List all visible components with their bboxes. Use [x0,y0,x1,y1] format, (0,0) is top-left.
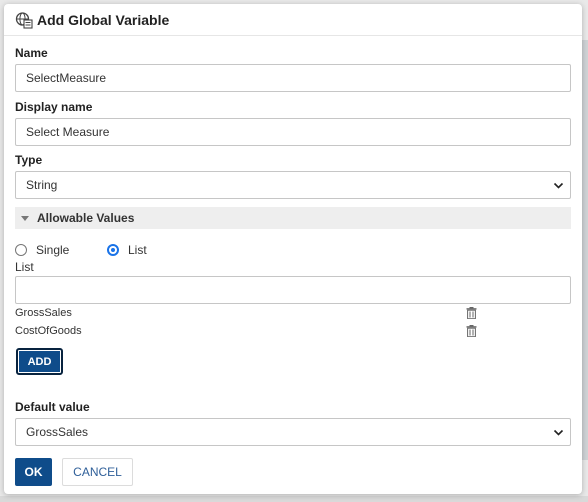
background-panel-edge [582,40,588,460]
type-select[interactable]: String [15,171,571,199]
radio-single-label: Single [36,243,70,257]
allowable-values-title: Allowable Values [37,211,135,225]
default-value-select[interactable]: GrossSales [15,418,571,446]
display-name-input-value: Select Measure [26,125,110,139]
name-input-value: SelectMeasure [26,71,107,85]
list-item: GrossSales [15,305,477,321]
radio-list-indicator [107,244,119,256]
list-item-label: CostOfGoods [15,325,82,337]
trash-icon[interactable] [466,325,477,338]
radio-single[interactable]: Single [15,243,69,257]
list-item-label: GrossSales [15,307,72,319]
dialog-header: Add Global Variable [4,4,582,36]
background-bottom-edge [0,496,588,502]
caret-down-icon [21,215,29,221]
global-variable-icon [15,11,33,29]
list-item: CostOfGoods [15,323,477,339]
name-label: Name [15,46,48,60]
default-value-label: Default value [15,400,90,414]
trash-icon[interactable] [466,307,477,320]
display-name-input[interactable]: Select Measure [15,118,571,146]
cancel-button[interactable]: CANCEL [62,458,133,486]
add-global-variable-dialog: Add Global Variable Name SelectMeasure D… [4,4,582,494]
name-input[interactable]: SelectMeasure [15,64,571,92]
ok-button[interactable]: OK [15,458,52,486]
radio-single-indicator [15,244,27,256]
chevron-down-icon [553,180,564,191]
radio-list[interactable]: List [107,243,147,257]
list-label: List [15,260,34,274]
list-input[interactable] [15,276,571,304]
add-button[interactable]: ADD [16,348,63,375]
type-label: Type [15,153,43,167]
chevron-down-icon [553,427,564,438]
radio-list-label: List [128,243,147,257]
display-name-label: Display name [15,100,93,114]
default-value-select-value: GrossSales [26,425,89,439]
allowable-values-section-header[interactable]: Allowable Values [15,207,571,229]
dialog-title: Add Global Variable [37,11,170,28]
type-select-value: String [26,178,58,192]
